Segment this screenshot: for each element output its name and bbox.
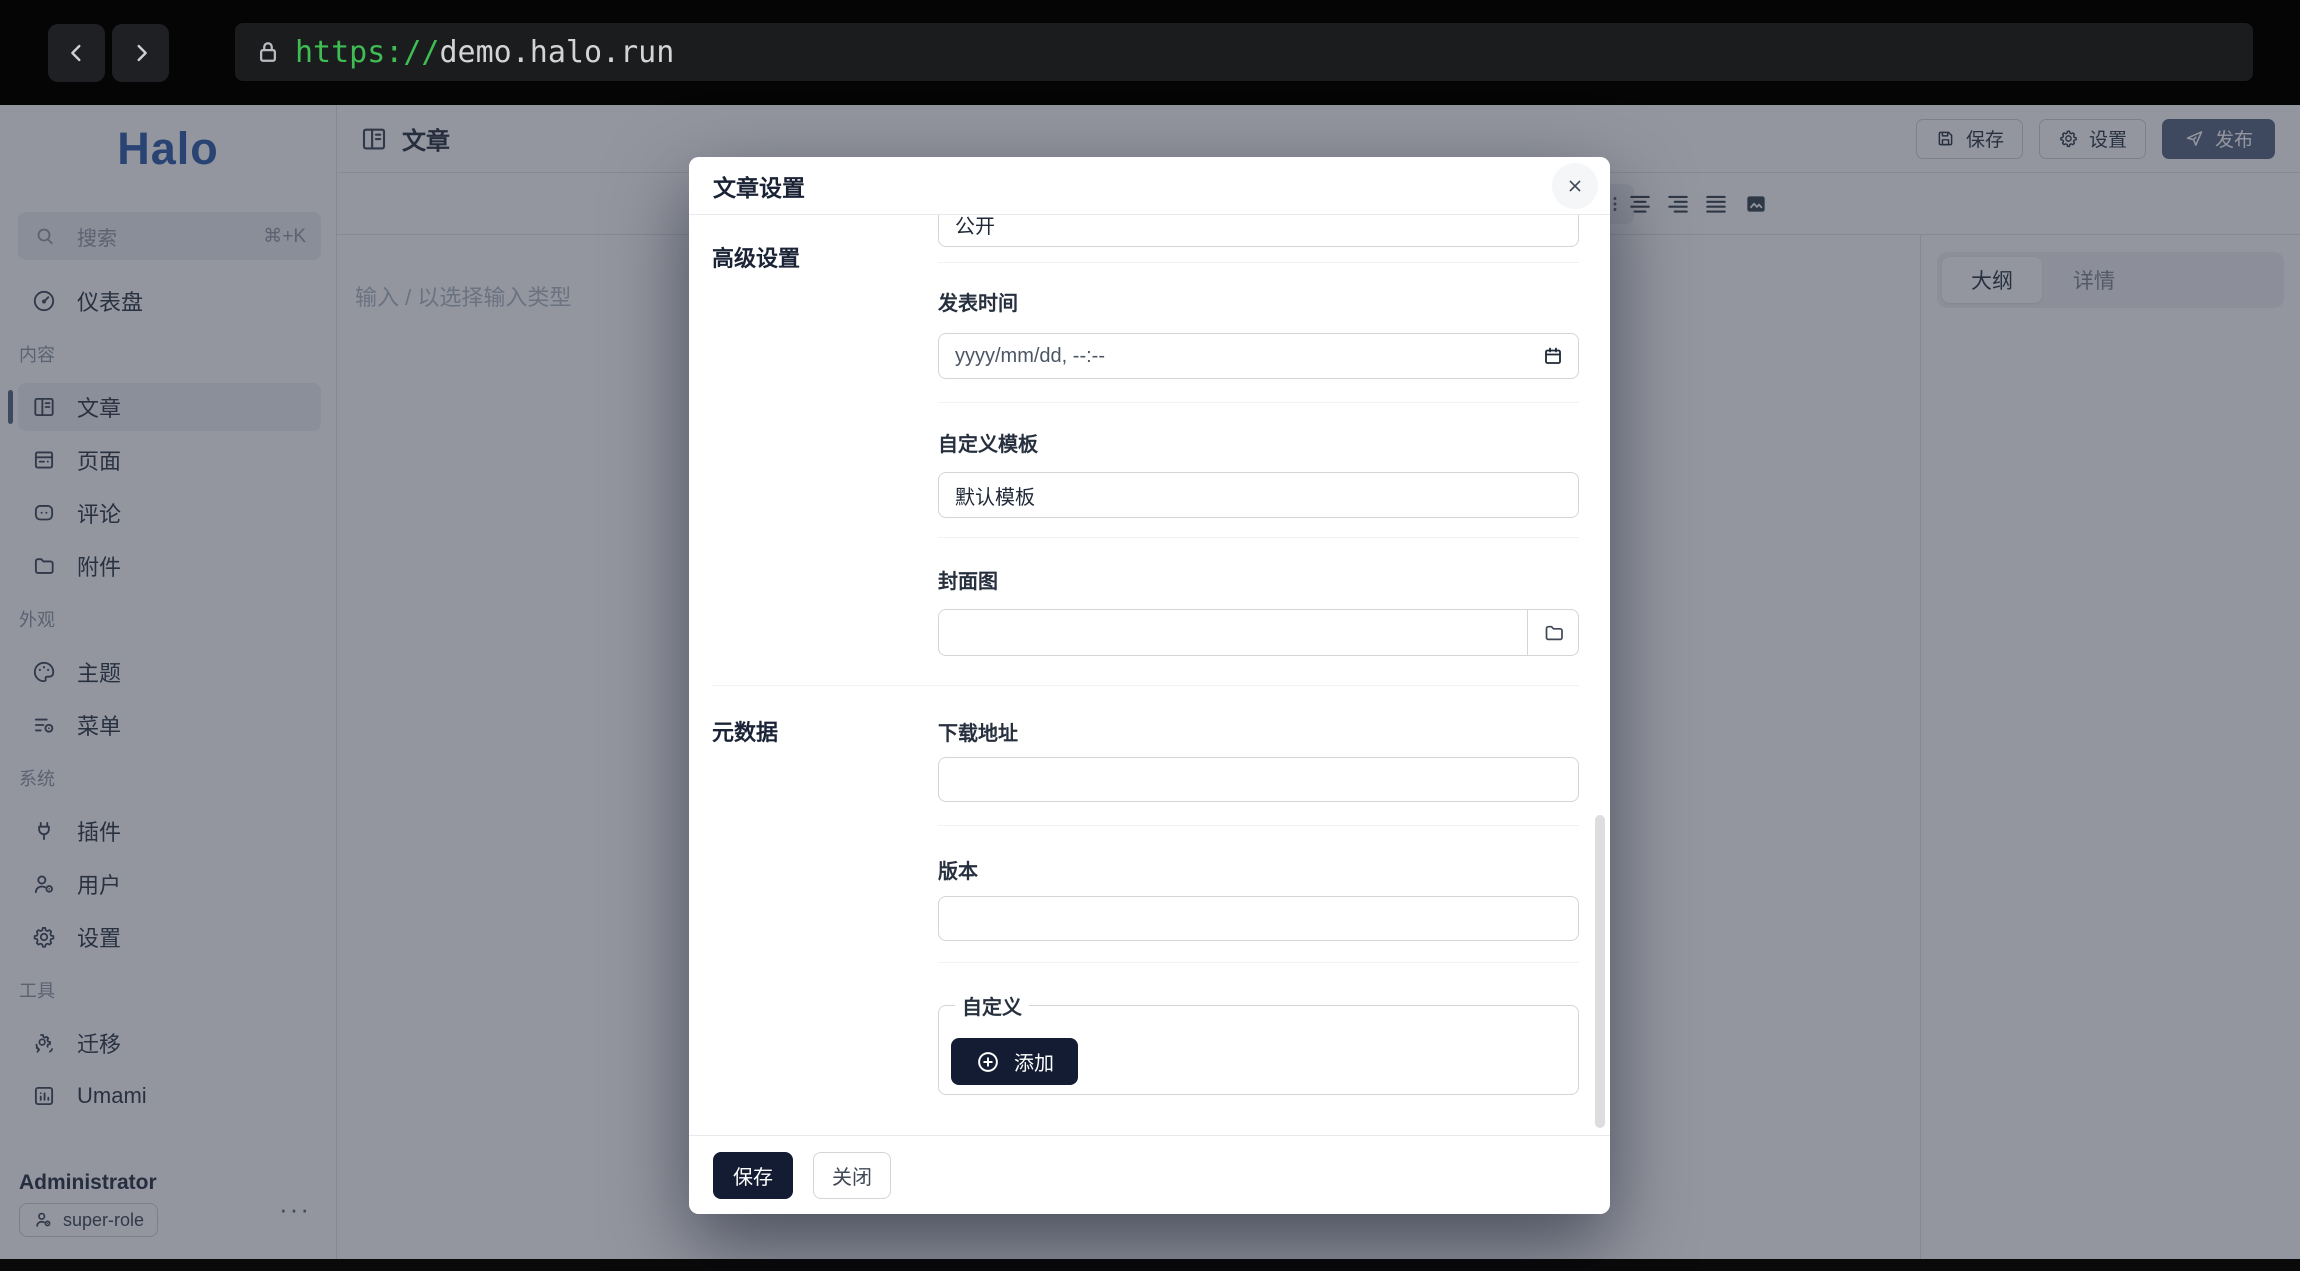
publish-time-label: 发表时间 [938, 287, 1579, 316]
divider [938, 962, 1579, 963]
address-bar[interactable]: https://demo.halo.run [235, 23, 2253, 81]
divider [938, 402, 1579, 403]
post-settings-modal: 文章设置 高级设置 公开 发表时间 自定义模板 默认模板 封面图 [689, 157, 1610, 1214]
modal-scrollbar[interactable] [1595, 815, 1605, 1128]
visibility-select[interactable]: 公开 [938, 215, 1579, 247]
chevron-left-icon [63, 39, 91, 67]
calendar-icon[interactable] [1541, 344, 1565, 368]
cover-field [938, 609, 1579, 656]
download-label: 下载地址 [938, 717, 1579, 746]
cover-picker-button[interactable] [1527, 609, 1579, 656]
download-input[interactable] [938, 757, 1579, 802]
template-label: 自定义模板 [938, 428, 1579, 457]
group-label-metadata: 元数据 [712, 715, 778, 747]
folder-icon [1542, 621, 1566, 645]
publish-time-input[interactable] [938, 333, 1579, 379]
plus-circle-icon [975, 1049, 1001, 1075]
window-bottom-edge [0, 1259, 2300, 1271]
browser-toolbar: https://demo.halo.run [0, 0, 2300, 105]
group-label-advanced: 高级设置 [712, 241, 800, 273]
custom-fieldset: 自定义 添加 [938, 991, 1579, 1095]
browser-forward-button[interactable] [112, 24, 169, 82]
cover-input[interactable] [938, 609, 1579, 656]
modal-close-button[interactable] [1552, 163, 1598, 209]
modal-footer: 保存 关闭 [689, 1135, 1610, 1214]
url-scheme: https:// [295, 35, 440, 70]
lock-icon [253, 37, 283, 67]
cover-label: 封面图 [938, 565, 1579, 594]
modal-save-button[interactable]: 保存 [713, 1152, 793, 1199]
modal-body: 高级设置 公开 发表时间 自定义模板 默认模板 封面图 元数据 [689, 215, 1610, 1135]
url-host: demo.halo.run [440, 35, 675, 70]
add-metadata-button[interactable]: 添加 [951, 1038, 1078, 1085]
modal-close-footer-button[interactable]: 关闭 [813, 1152, 891, 1199]
chevron-right-icon [127, 39, 155, 67]
version-label: 版本 [938, 855, 1579, 884]
template-select[interactable]: 默认模板 [938, 472, 1579, 518]
publish-time-field [938, 333, 1579, 379]
modal-title: 文章设置 [713, 169, 805, 203]
download-field [938, 757, 1579, 802]
modal-header: 文章设置 [689, 157, 1610, 215]
browser-back-button[interactable] [48, 24, 105, 82]
version-input[interactable] [938, 896, 1579, 941]
version-field [938, 896, 1579, 941]
custom-legend: 自定义 [955, 991, 1029, 1020]
close-icon [1564, 175, 1586, 197]
divider [938, 537, 1579, 538]
group-divider [712, 685, 1579, 686]
divider [938, 262, 1579, 263]
divider [938, 825, 1579, 826]
screen: https://demo.halo.run Halo 搜索 ⌘+K 仪表盘 内容… [0, 0, 2300, 1271]
